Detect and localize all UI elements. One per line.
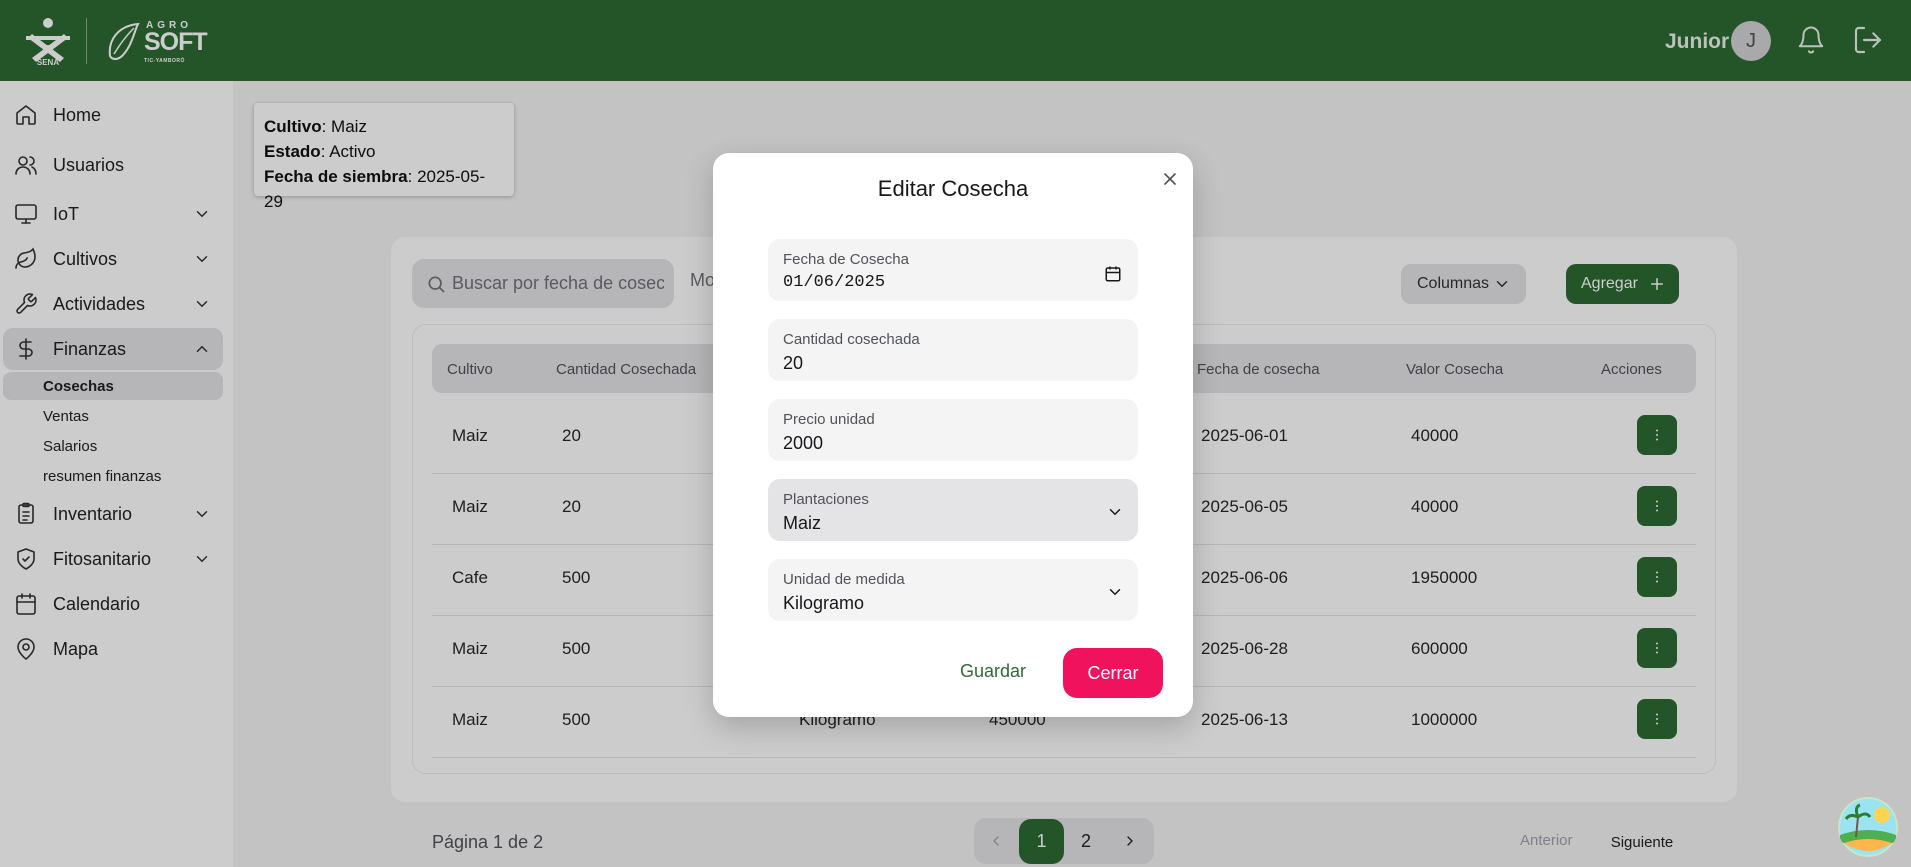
precio-unidad-field[interactable]: Precio unidad 2000 bbox=[768, 399, 1138, 461]
field-value: Maiz bbox=[783, 513, 822, 533]
field-value: Kilogramo bbox=[783, 593, 865, 613]
chevron-down-icon bbox=[1109, 589, 1121, 596]
calendar-icon[interactable] bbox=[1104, 265, 1122, 283]
field-label: Cantidad cosechada bbox=[783, 331, 920, 348]
edit-cosecha-modal: Editar Cosecha Fecha de Cosecha 01/06/20… bbox=[713, 153, 1193, 717]
field-label: Unidad de medida bbox=[783, 571, 905, 588]
field-value: 01/06/2025 bbox=[783, 273, 886, 292]
close-icon[interactable] bbox=[1160, 169, 1180, 189]
field-value: 20 bbox=[783, 353, 804, 373]
field-label: Precio unidad bbox=[783, 411, 875, 428]
save-button[interactable]: Guardar bbox=[953, 650, 1033, 692]
field-label: Fecha de Cosecha bbox=[783, 251, 909, 268]
assistant-avatar-icon[interactable] bbox=[1838, 797, 1898, 857]
close-button[interactable]: Cerrar bbox=[1063, 648, 1163, 698]
fecha-cosecha-field[interactable]: Fecha de Cosecha 01/06/2025 bbox=[768, 239, 1138, 301]
field-value: 2000 bbox=[783, 433, 824, 453]
cantidad-cosechada-field[interactable]: Cantidad cosechada 20 bbox=[768, 319, 1138, 381]
modal-title: Editar Cosecha bbox=[877, 176, 1029, 201]
unidad-medida-select[interactable]: Unidad de medida Kilogramo bbox=[768, 559, 1138, 621]
field-label: Plantaciones bbox=[783, 491, 869, 508]
chevron-down-icon bbox=[1109, 509, 1121, 516]
plantaciones-select[interactable]: Plantaciones Maiz bbox=[768, 479, 1138, 541]
